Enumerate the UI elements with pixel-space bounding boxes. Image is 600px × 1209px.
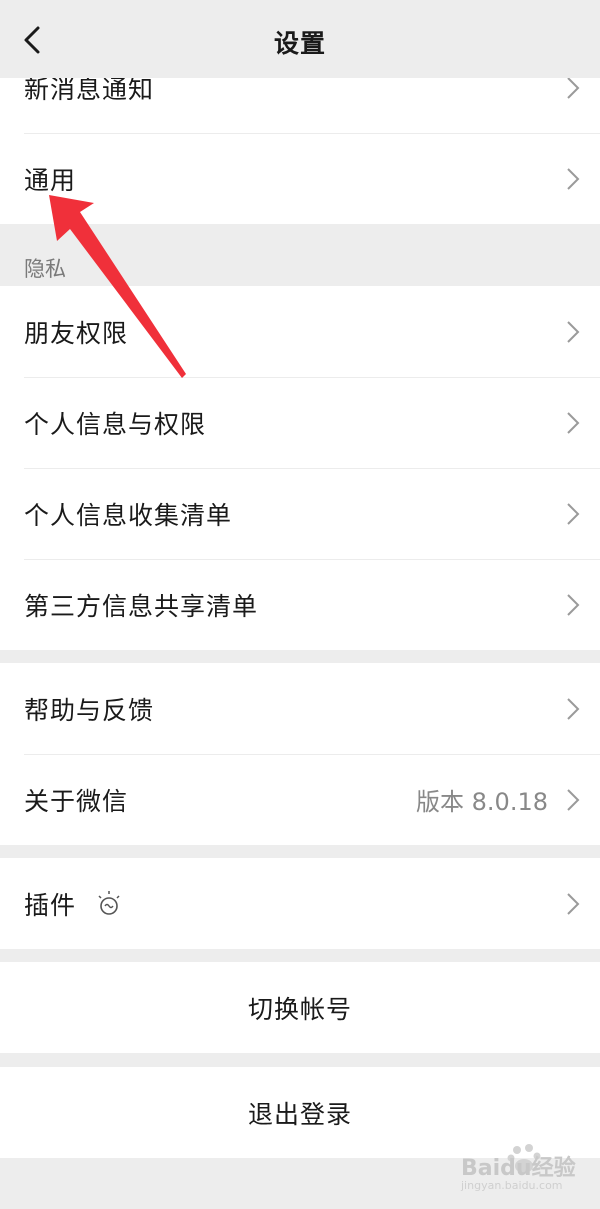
chevron-right-icon: [567, 167, 580, 190]
privacy-group: 朋友权限 个人信息与权限 个人信息收集清单 第三方信息共享清单: [0, 286, 600, 650]
settings-item-general[interactable]: 通用: [0, 133, 600, 224]
settings-item-label: 关于微信: [24, 786, 129, 816]
settings-item-label: 朋友权限: [24, 318, 129, 348]
chevron-right-icon: [567, 593, 580, 616]
settings-item-label: 个人信息与权限: [24, 409, 207, 439]
chevron-right-icon: [567, 76, 580, 99]
settings-item-label: 个人信息收集清单: [24, 500, 233, 530]
chevron-right-icon: [567, 697, 580, 720]
settings-item-help-feedback[interactable]: 帮助与反馈: [0, 663, 600, 754]
settings-item-label: 通用: [24, 165, 77, 195]
nav-bar: 设置: [0, 0, 600, 78]
chevron-right-icon: [567, 502, 580, 525]
settings-item-about-wechat[interactable]: 关于微信 版本 8.0.18: [0, 754, 600, 845]
settings-item-label: 插件: [24, 890, 77, 920]
chevron-right-icon: [567, 892, 580, 915]
page-title: 设置: [273, 29, 326, 58]
settings-item-personal-info-list[interactable]: 个人信息收集清单: [0, 468, 600, 559]
chevron-right-icon: [567, 320, 580, 343]
switch-account-group: 切换帐号: [0, 962, 600, 1053]
switch-account-button[interactable]: 切换帐号: [0, 962, 600, 1053]
section-header-privacy: 隐私: [24, 257, 66, 281]
settings-item-plugins[interactable]: 插件: [0, 858, 600, 949]
settings-item-label: 第三方信息共享清单: [24, 591, 259, 621]
settings-item-friend-permissions[interactable]: 朋友权限: [0, 286, 600, 377]
logout-label: 退出登录: [247, 1099, 352, 1129]
settings-item-label: 帮助与反馈: [24, 695, 155, 725]
chevron-right-icon: [567, 788, 580, 811]
chevron-right-icon: [567, 411, 580, 434]
lightbulb-icon: [98, 890, 120, 915]
watermark-text: Baidu经验: [461, 1156, 576, 1181]
version-value: 版本 8.0.18: [416, 788, 548, 816]
settings-item-personal-info-permissions[interactable]: 个人信息与权限: [0, 377, 600, 468]
switch-account-label: 切换帐号: [247, 994, 352, 1024]
about-group: 帮助与反馈 关于微信 版本 8.0.18: [0, 663, 600, 845]
settings-item-third-party-sharing[interactable]: 第三方信息共享清单: [0, 559, 600, 650]
watermark-subtext: jingyan.baidu.com: [461, 1179, 563, 1192]
plugins-group: 插件: [0, 858, 600, 949]
baidu-watermark: Baidu经验 jingyan.baidu.com: [455, 1138, 595, 1198]
